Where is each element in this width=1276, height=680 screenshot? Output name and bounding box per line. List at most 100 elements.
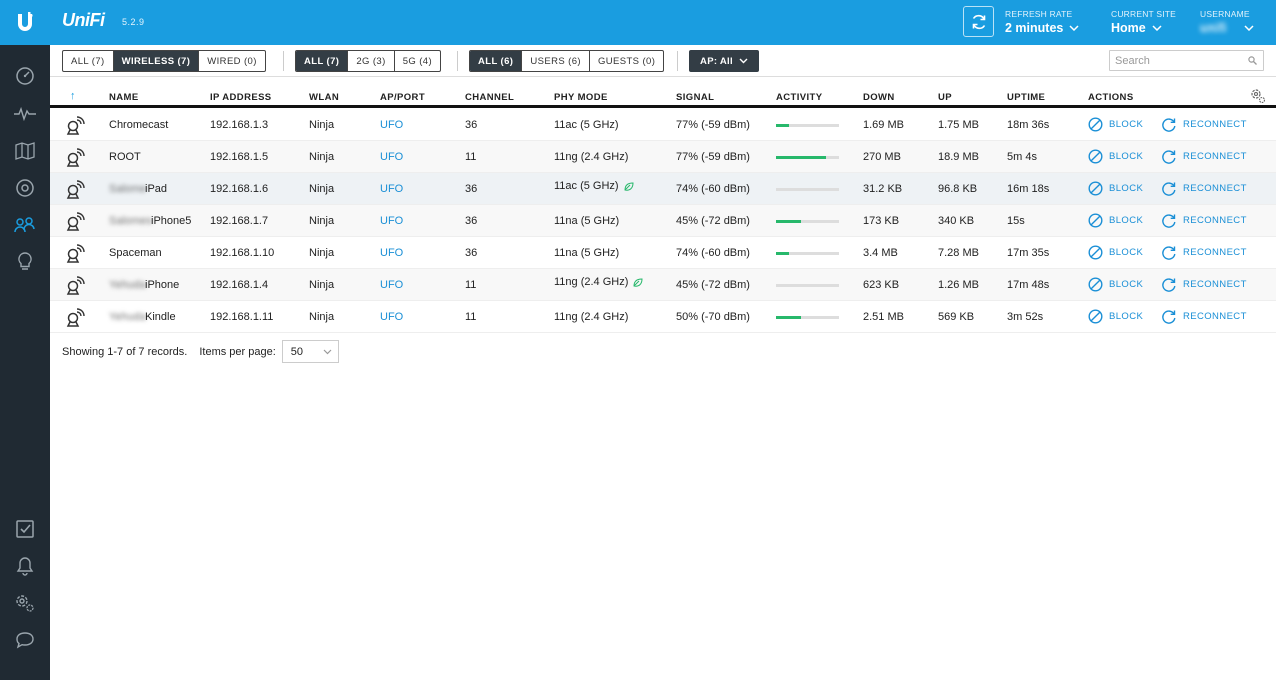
- reconnect-button[interactable]: RECONNECT: [1161, 277, 1247, 292]
- client-ap-link[interactable]: UFO: [380, 279, 403, 291]
- block-button[interactable]: BLOCK: [1088, 117, 1143, 132]
- block-button[interactable]: BLOCK: [1088, 277, 1143, 292]
- items-per-page-value: 50: [290, 345, 304, 358]
- block-button[interactable]: BLOCK: [1088, 245, 1143, 260]
- column-ap-port[interactable]: AP/PORT: [380, 92, 425, 103]
- search-input[interactable]: Search: [1109, 50, 1264, 71]
- column-wlan[interactable]: WLAN: [309, 92, 339, 103]
- block-button[interactable]: BLOCK: [1088, 181, 1143, 196]
- client-phy-mode-text: 11ng (2.4 GHz): [554, 151, 629, 163]
- reconnect-button[interactable]: RECONNECT: [1161, 117, 1247, 132]
- client-signal: 50% (-70 dBm): [676, 311, 750, 323]
- column-name[interactable]: NAME: [109, 92, 139, 103]
- filter-2g[interactable]: 2G (3): [348, 51, 395, 71]
- table-row[interactable]: Salomes iPhone5 192.168.1.7 Ninja UFO 36 11na …: [50, 205, 1276, 237]
- filter-wireless[interactable]: WIRELESS (7): [113, 51, 200, 71]
- table-row[interactable]: Yehuda iPhone 192.168.1.4 Ninja UFO 11 11ng (2…: [50, 269, 1276, 301]
- client-name[interactable]: Spaceman: [109, 247, 162, 259]
- client-name[interactable]: iPhone5: [151, 215, 191, 227]
- client-phy-mode: 11ng (2.4 GHz): [554, 311, 628, 323]
- client-name[interactable]: iPhone: [145, 279, 179, 291]
- client-ip: 192.168.1.11: [210, 311, 274, 323]
- power-save-leaf-icon: [633, 278, 643, 287]
- ap-filter-dropdown[interactable]: AP: All: [689, 50, 759, 72]
- current-site-selector[interactable]: CURRENT SITE Home: [1111, 9, 1176, 35]
- client-name[interactable]: iPad: [145, 183, 167, 195]
- block-icon: [1088, 117, 1103, 132]
- ubiquiti-logo[interactable]: [0, 0, 50, 45]
- statistics-icon[interactable]: [14, 103, 36, 125]
- column-down[interactable]: DOWN: [863, 92, 895, 103]
- client-ap-link[interactable]: UFO: [380, 119, 403, 131]
- table-row[interactable]: ROOT 192.168.1.5 Ninja UFO 11 11ng (2.4 GHz) 7…: [50, 141, 1276, 173]
- dashboard-icon[interactable]: [14, 65, 36, 87]
- items-per-page-select[interactable]: 50: [281, 340, 339, 363]
- client-ap-link[interactable]: UFO: [380, 311, 403, 323]
- devices-icon[interactable]: [14, 177, 36, 199]
- column-signal[interactable]: SIGNAL: [676, 92, 714, 103]
- client-phy-mode-text: 11ng (2.4 GHz): [554, 311, 629, 323]
- reconnect-button[interactable]: RECONNECT: [1161, 149, 1247, 164]
- client-ip: 192.168.1.4: [210, 279, 269, 291]
- settings-icon[interactable]: [14, 592, 36, 614]
- wireless-client-icon: [66, 242, 86, 267]
- column-up[interactable]: UP: [938, 92, 952, 103]
- block-button[interactable]: BLOCK: [1088, 149, 1143, 164]
- block-button[interactable]: BLOCK: [1088, 309, 1143, 324]
- reconnect-button[interactable]: RECONNECT: [1161, 213, 1247, 228]
- reconnect-button[interactable]: RECONNECT: [1161, 181, 1247, 196]
- insights-icon[interactable]: [14, 251, 36, 273]
- client-ap-link[interactable]: UFO: [380, 215, 403, 227]
- client-ap-link[interactable]: UFO: [380, 247, 403, 259]
- client-ap-link[interactable]: UFO: [380, 151, 403, 163]
- column-channel[interactable]: CHANNEL: [465, 92, 514, 103]
- client-up: 96.8 KB: [938, 183, 978, 195]
- filter-users-all[interactable]: ALL (6): [470, 51, 523, 71]
- column-phy-mode[interactable]: PHY MODE: [554, 92, 608, 103]
- client-up: 1.75 MB: [938, 119, 979, 131]
- activity-bar: [776, 220, 839, 223]
- column-settings-icon[interactable]: [1250, 88, 1266, 107]
- reconnect-label: RECONNECT: [1183, 151, 1247, 162]
- client-name[interactable]: Kindle: [145, 311, 176, 323]
- client-ap-link[interactable]: UFO: [380, 183, 403, 195]
- sort-arrow-icon[interactable]: ↑: [70, 90, 76, 102]
- filter-all[interactable]: ALL (7): [63, 51, 114, 71]
- filter-band-all[interactable]: ALL (7): [296, 51, 349, 71]
- filter-wired[interactable]: WIRED (0): [199, 51, 265, 71]
- reconnect-label: RECONNECT: [1183, 119, 1247, 130]
- alerts-check-icon[interactable]: [14, 518, 36, 540]
- activity-bar: [776, 124, 839, 127]
- clients-icon[interactable]: [14, 214, 36, 236]
- sidebar: [0, 45, 50, 680]
- reconnect-button[interactable]: RECONNECT: [1161, 245, 1247, 260]
- client-name[interactable]: Chromecast: [109, 119, 168, 131]
- table-row[interactable]: Chromecast 192.168.1.3 Ninja UFO 36 11ac (5 G…: [50, 109, 1276, 141]
- bell-icon[interactable]: [14, 555, 36, 577]
- refresh-rate-selector[interactable]: REFRESH RATE 2 minutes: [1005, 9, 1079, 35]
- username-menu[interactable]: USERNAME unifi: [1200, 9, 1254, 35]
- refresh-button[interactable]: [963, 6, 994, 37]
- chat-icon[interactable]: [14, 629, 36, 651]
- client-name[interactable]: ROOT: [109, 151, 141, 163]
- column-ip-address[interactable]: IP ADDRESS: [210, 92, 272, 103]
- block-button[interactable]: BLOCK: [1088, 213, 1143, 228]
- table-row[interactable]: Spaceman 192.168.1.10 Ninja UFO 36 11na (5 GH…: [50, 237, 1276, 269]
- filter-users[interactable]: USERS (6): [522, 51, 590, 71]
- table-row[interactable]: Yehuda Kindle 192.168.1.11 Ninja UFO 11 11ng (…: [50, 301, 1276, 333]
- divider: [457, 51, 458, 71]
- filter-guests[interactable]: GUESTS (0): [590, 51, 663, 71]
- reconnect-label: RECONNECT: [1183, 311, 1247, 322]
- block-icon: [1088, 277, 1103, 292]
- client-down: 2.51 MB: [863, 311, 904, 323]
- filter-5g[interactable]: 5G (4): [395, 51, 440, 71]
- table-row[interactable]: Salome iPad 192.168.1.6 Ninja UFO 36 11ac (5 G…: [50, 173, 1276, 205]
- client-signal: 45% (-72 dBm): [676, 279, 750, 291]
- column-activity[interactable]: ACTIVITY: [776, 92, 822, 103]
- column-uptime[interactable]: UPTIME: [1007, 92, 1045, 103]
- client-phy-mode-text: 11na (5 GHz): [554, 247, 620, 259]
- reconnect-button[interactable]: RECONNECT: [1161, 309, 1247, 324]
- map-icon[interactable]: [14, 140, 36, 162]
- client-channel: 36: [465, 215, 478, 227]
- activity-bar-fill: [776, 220, 802, 223]
